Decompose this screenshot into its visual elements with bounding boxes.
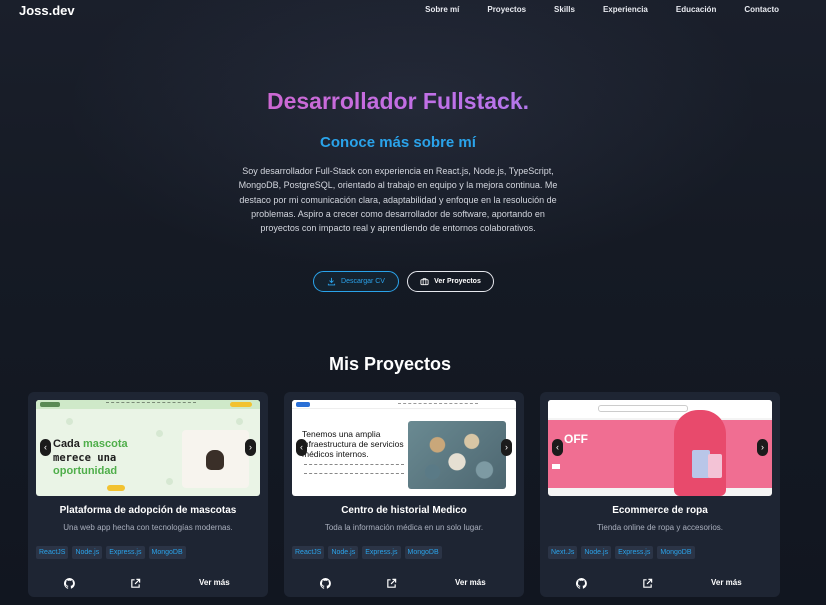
carousel-prev-button[interactable]: ‹: [296, 439, 307, 456]
download-icon: [327, 277, 336, 286]
project-card-ecommerce: OFF ‹ › Ecommerce de ropa Tienda online …: [540, 392, 780, 597]
see-more-link[interactable]: Ver más: [199, 578, 230, 587]
brand-logo[interactable]: Joss.dev: [19, 3, 75, 18]
preview-heading: Tenemos una amplia infraestructura de se…: [302, 429, 404, 459]
project-description: Tienda online de ropa y accesorios.: [597, 523, 723, 532]
briefcase-icon: [420, 277, 429, 286]
preview-heading-1: Cada: [53, 438, 80, 450]
tag-badge: MongoDB: [148, 546, 186, 559]
project-preview-image: OFF ‹ ›: [548, 400, 772, 496]
carousel-next-button[interactable]: ›: [757, 439, 768, 456]
tag-badge: Node.js: [581, 546, 612, 559]
tag-badge: Node.js: [72, 546, 103, 559]
project-card-mascotas: Cada mascota merece una oportunidad ‹ › …: [28, 392, 268, 597]
external-link-icon[interactable]: [130, 576, 141, 594]
tag-badge: Express.js: [362, 546, 401, 559]
project-description: Toda la información médica en un solo lu…: [324, 523, 484, 532]
hero-title: Desarrollador Fullstack.: [0, 88, 796, 115]
tag-badge: ReactJS: [292, 546, 325, 559]
carousel-next-button[interactable]: ›: [501, 439, 512, 456]
preview-heading: OFF: [564, 432, 588, 446]
nav-link-proyectos[interactable]: Proyectos: [487, 5, 526, 14]
tag-badge: MongoDB: [657, 546, 695, 559]
nav-link-educacion[interactable]: Educación: [676, 5, 716, 14]
hero-description: Soy desarrollador Full-Stack con experie…: [238, 166, 558, 234]
github-icon[interactable]: [575, 576, 587, 594]
carousel-prev-button[interactable]: ‹: [40, 439, 51, 456]
top-navbar: Joss.dev Sobre mí Proyectos Skills Exper…: [0, 0, 826, 22]
project-card-historial-medico: Tenemos una amplia infraestructura de se…: [284, 392, 524, 597]
project-title: Ecommerce de ropa: [612, 505, 708, 516]
see-more-link[interactable]: Ver más: [455, 578, 486, 587]
project-tags: ReactJS Node.js Express.js MongoDB: [292, 546, 442, 559]
project-preview-image: Cada mascota merece una oportunidad ‹ ›: [36, 400, 260, 496]
project-preview-image: Tenemos una amplia infraestructura de se…: [292, 400, 516, 496]
project-title: Centro de historial Medico: [341, 505, 467, 516]
project-description: Una web app hecha con tecnologías modern…: [63, 523, 233, 532]
project-title: Plataforma de adopción de mascotas: [59, 505, 237, 516]
project-tags: ReactJS Node.js Express.js MongoDB: [36, 546, 186, 559]
tag-badge: Next.Js: [548, 546, 578, 559]
preview-heading-2: mascota: [82, 438, 128, 450]
download-cv-button[interactable]: Descargar CV: [313, 271, 399, 292]
nav-link-experiencia[interactable]: Experiencia: [603, 5, 648, 14]
tag-badge: MongoDB: [404, 546, 442, 559]
hero-subtitle: Conoce más sobre mí: [320, 134, 476, 151]
external-link-icon[interactable]: [386, 576, 397, 594]
view-projects-label: Ver Proyectos: [434, 278, 481, 285]
github-icon[interactable]: [319, 576, 331, 594]
nav-link-sobre-mi[interactable]: Sobre mí: [425, 5, 459, 14]
external-link-icon[interactable]: [642, 576, 653, 594]
tag-badge: ReactJS: [36, 546, 69, 559]
tag-badge: Express.js: [106, 546, 145, 559]
view-projects-button[interactable]: Ver Proyectos: [407, 271, 494, 292]
github-icon[interactable]: [63, 576, 75, 594]
nav-links: Sobre mí Proyectos Skills Experiencia Ed…: [425, 5, 779, 14]
projects-section-title: Mis Proyectos: [328, 354, 452, 374]
project-tags: Next.Js Node.js Express.js MongoDB: [548, 546, 695, 559]
carousel-prev-button[interactable]: ‹: [552, 439, 563, 456]
carousel-next-button[interactable]: ›: [245, 439, 256, 456]
download-cv-label: Descargar CV: [341, 278, 385, 285]
nav-link-skills[interactable]: Skills: [554, 5, 575, 14]
preview-heading-4: oportunidad: [53, 465, 118, 477]
tag-badge: Node.js: [328, 546, 359, 559]
preview-heading-3: merece una: [53, 451, 117, 464]
tag-badge: Express.js: [615, 546, 654, 559]
see-more-link[interactable]: Ver más: [711, 578, 742, 587]
nav-link-contacto[interactable]: Contacto: [744, 5, 779, 14]
